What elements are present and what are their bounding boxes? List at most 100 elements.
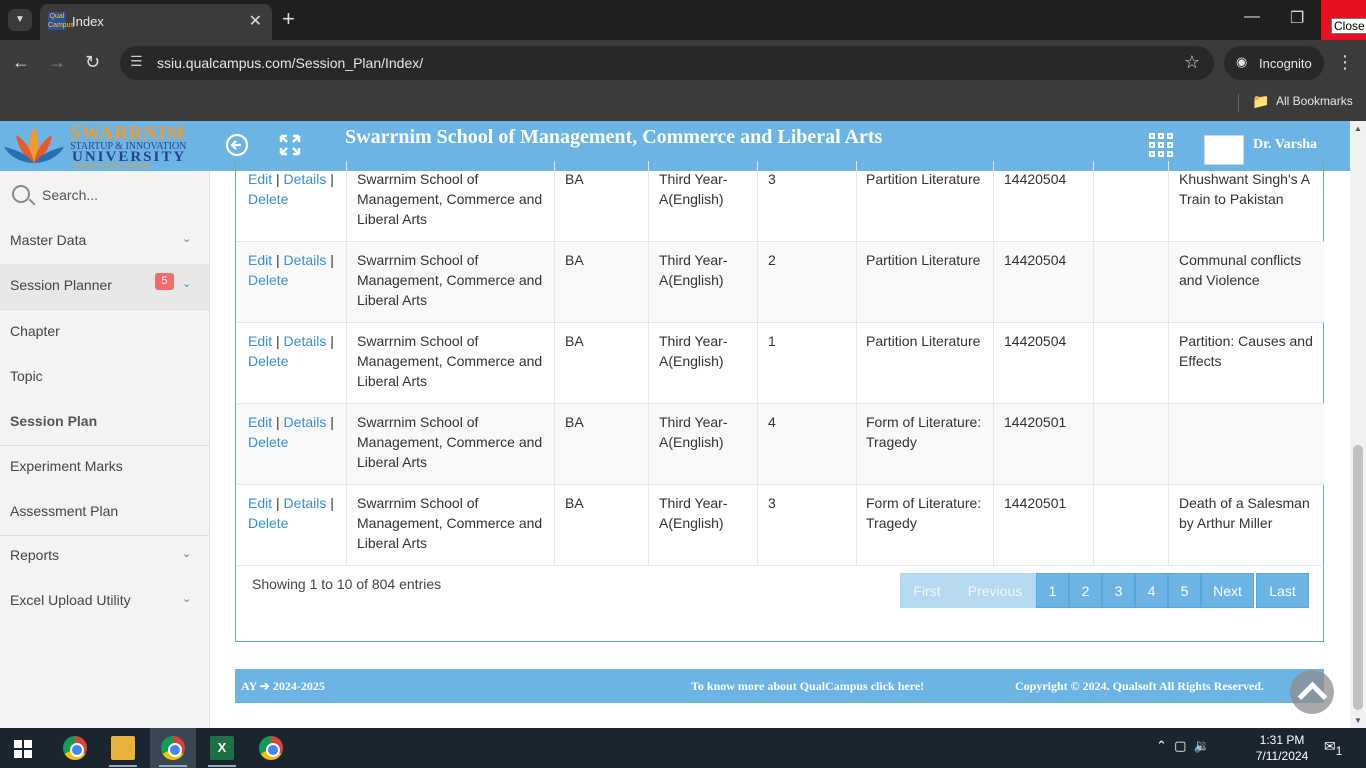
address-bar[interactable]: ☰ ssiu.qualcampus.com/Session_Plan/Index… [120, 46, 1214, 80]
sidebar-item-label: Master Data [10, 232, 87, 248]
scroll-to-top-button[interactable] [1290, 670, 1334, 714]
table-row: Edit | Details | Delete Swarrnim School of… [236, 404, 1324, 485]
volume-icon[interactable]: 🔉 [1194, 738, 1210, 753]
notification-icon[interactable]: ✉1 [1324, 738, 1342, 758]
file-explorer-icon[interactable] [111, 736, 135, 760]
page-button-3[interactable]: 3 [1102, 573, 1135, 608]
system-tray[interactable]: ⌃ ▢ 🔉 [1156, 738, 1210, 754]
chevron-up-icon[interactable]: ⌃ [1156, 738, 1167, 753]
edit-link[interactable]: Edit [248, 414, 272, 430]
column-divider [993, 404, 994, 485]
delete-link[interactable]: Delete [248, 434, 288, 450]
logo-tagline: Startup | Innovate | Compete [74, 163, 151, 169]
status-badge: 5 [155, 273, 174, 290]
action-separator: | [326, 495, 334, 511]
qualcampus-favicon: Qual Campus [48, 12, 75, 30]
sidebar-item-session-plan[interactable]: Session Plan [0, 400, 209, 445]
taskbar-clock[interactable]: 1:31 PM 7/11/2024 [1252, 732, 1312, 764]
edit-link[interactable]: Edit [248, 171, 272, 187]
sidebar-item-assessment-plan[interactable]: Assessment Plan [0, 490, 209, 535]
qualcampus-link[interactable]: To know more about QualCampus click here… [691, 679, 924, 694]
column-divider [993, 161, 994, 242]
taskbar-running-indicator [159, 765, 187, 767]
edit-link[interactable]: Edit [248, 252, 272, 268]
chrome-icon[interactable] [259, 736, 283, 760]
cell-school: Swarrnim School of Management, Commerce … [357, 252, 543, 308]
action-separator: | [272, 171, 284, 187]
sidebar-item-topic[interactable]: Topic [0, 355, 209, 400]
tab-search-dropdown[interactable]: ▼ [8, 9, 32, 31]
column-divider [1168, 485, 1169, 566]
sidebar-item-session-planner[interactable]: Session Planner ⌄ [0, 264, 209, 309]
details-link[interactable]: Details [284, 414, 327, 430]
scrollbar-thumb[interactable] [1353, 445, 1363, 710]
tab-close-icon[interactable]: ✕ [249, 11, 262, 31]
site-settings-icon[interactable]: ☰ [130, 53, 143, 70]
all-bookmarks-link[interactable]: All Bookmarks [1276, 94, 1353, 108]
arrow-right-icon: ➔ [259, 679, 270, 693]
windows-start-icon[interactable] [14, 740, 32, 758]
details-link[interactable]: Details [284, 495, 327, 511]
action-separator: | [326, 252, 334, 268]
network-icon[interactable]: ▢ [1174, 738, 1186, 753]
sidebar-item-experiment-marks[interactable]: Experiment Marks [0, 445, 209, 490]
new-tab-button[interactable]: + [282, 6, 295, 32]
column-divider [346, 404, 347, 485]
user-name[interactable]: Dr. Varsha [1253, 137, 1317, 153]
cell-semester: Third Year-A(English) [659, 495, 728, 531]
apps-grid-icon[interactable] [1149, 133, 1175, 159]
next-page-button[interactable]: Next [1201, 573, 1254, 608]
minimize-button[interactable]: — [1244, 8, 1260, 26]
delete-link[interactable]: Delete [248, 272, 288, 288]
reload-icon[interactable]: ↻ [85, 52, 100, 73]
page-button-1[interactable]: 1 [1036, 573, 1069, 608]
incognito-indicator[interactable]: ◉ Incognito [1224, 46, 1324, 80]
details-link[interactable]: Details [284, 333, 327, 349]
page-button-5[interactable]: 5 [1168, 573, 1201, 608]
bookmark-star-icon[interactable]: ☆ [1184, 52, 1200, 73]
cell-chapter: Form of Literature: Tragedy [866, 495, 982, 531]
edit-link[interactable]: Edit [248, 495, 272, 511]
cell-code: 14420501 [1004, 495, 1067, 511]
last-page-button[interactable]: Last [1256, 573, 1309, 608]
sidebar: Master Data ⌄ Session Planner ⌄ 5 Chapte… [0, 171, 210, 728]
column-divider [648, 161, 649, 242]
table-row: Edit | Details | Delete Swarrnim School of… [236, 242, 1324, 323]
edit-link[interactable]: Edit [248, 333, 272, 349]
sidebar-item-reports[interactable]: Reports ⌄ [0, 534, 209, 579]
column-divider [757, 161, 758, 242]
url-text[interactable]: ssiu.qualcampus.com/Session_Plan/Index/ [157, 55, 423, 71]
delete-link[interactable]: Delete [248, 191, 288, 207]
excel-icon[interactable]: X [210, 736, 234, 760]
folder-icon[interactable]: 📁 [1252, 93, 1269, 110]
chrome-icon[interactable] [63, 736, 87, 760]
browser-tab[interactable]: Qual Campus Index ✕ [40, 4, 272, 40]
university-logo[interactable]: SWARRNIM STARTUP & INNOVATION UNIVERSITY… [0, 121, 210, 171]
details-link[interactable]: Details [284, 252, 327, 268]
back-circle-icon[interactable] [225, 133, 249, 157]
details-link[interactable]: Details [284, 171, 327, 187]
scroll-up-icon[interactable]: ▲ [1354, 124, 1362, 133]
chrome-profile-icon[interactable] [161, 736, 185, 760]
back-arrow-icon[interactable]: ← [12, 52, 30, 73]
delete-link[interactable]: Delete [248, 515, 288, 531]
sidebar-item-chapter[interactable]: Chapter [0, 310, 209, 355]
browser-menu-icon[interactable]: ⋮ [1336, 52, 1354, 73]
scroll-down-icon[interactable]: ▼ [1354, 716, 1362, 725]
forward-arrow-icon[interactable]: → [48, 52, 66, 73]
first-page-button[interactable]: First [900, 573, 954, 608]
page-button-2[interactable]: 2 [1069, 573, 1102, 608]
page-button-4[interactable]: 4 [1135, 573, 1168, 608]
page-scrollbar[interactable]: ▲ ▼ [1350, 121, 1366, 728]
search-input[interactable] [42, 183, 192, 207]
cell-semester: Third Year-A(English) [659, 414, 728, 450]
sidebar-item-excel-upload[interactable]: Excel Upload Utility ⌄ [0, 579, 209, 624]
fullscreen-icon[interactable] [278, 133, 302, 157]
restore-button[interactable]: ❐ [1290, 8, 1304, 28]
previous-page-button[interactable]: Previous [954, 573, 1036, 608]
delete-link[interactable]: Delete [248, 353, 288, 369]
sidebar-item-master-data[interactable]: Master Data ⌄ [0, 219, 209, 264]
column-divider [346, 242, 347, 323]
column-divider [554, 485, 555, 566]
tab-title: Index [72, 14, 104, 29]
